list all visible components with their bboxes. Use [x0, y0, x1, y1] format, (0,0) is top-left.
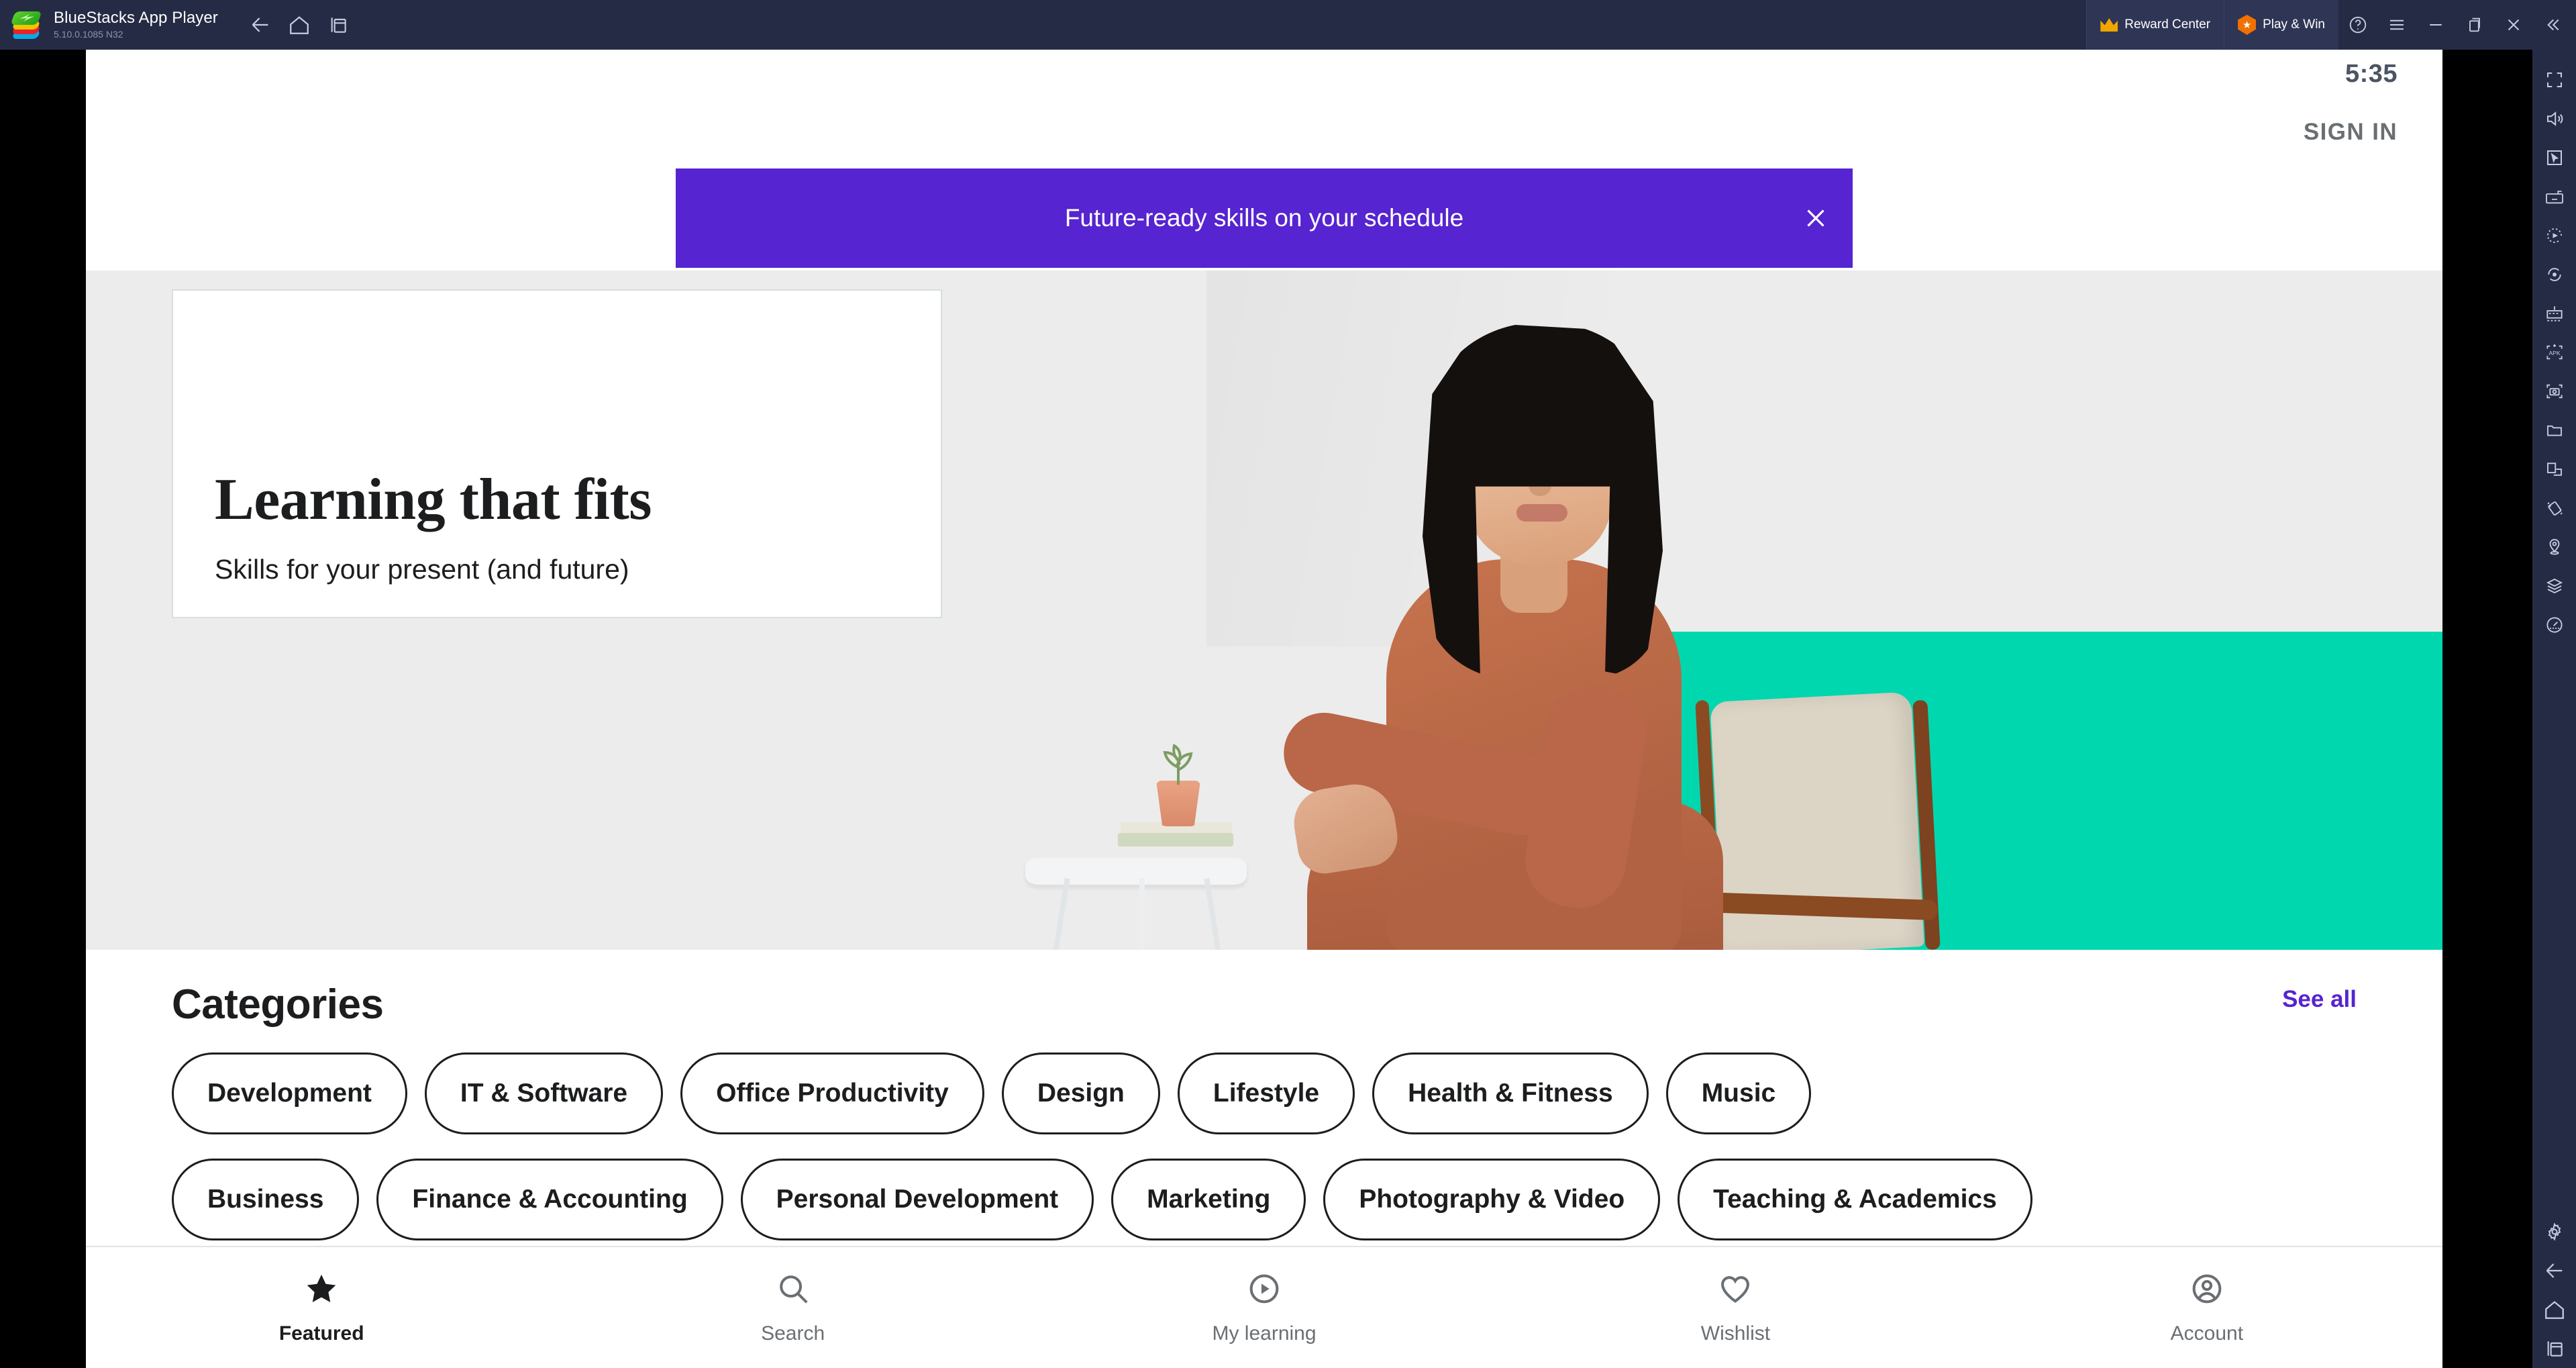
promo-banner[interactable]: Future-ready skills on your schedule	[676, 168, 1853, 268]
titlebar-right-group: Reward Center ★ Play & Win	[2086, 0, 2576, 50]
category-row-2: Business Finance & Accounting Personal D…	[172, 1159, 2357, 1240]
reward-center-button[interactable]: Reward Center	[2086, 0, 2224, 50]
category-pill[interactable]: Office Productivity	[680, 1053, 984, 1134]
android-app-viewport: 5:35 SIGN IN Future-ready skills on your…	[86, 50, 2442, 1368]
nav-label-my-learning: My learning	[1212, 1322, 1317, 1345]
help-circle-icon[interactable]	[2338, 0, 2377, 50]
category-pill[interactable]: Design	[1001, 1053, 1160, 1134]
shake-icon[interactable]	[2532, 489, 2576, 528]
category-pill[interactable]: Photography & Video	[1323, 1159, 1661, 1240]
nav-item-wishlist[interactable]: Wishlist	[1500, 1271, 1971, 1345]
location-icon[interactable]	[2532, 528, 2576, 567]
window-title: BlueStacks App Player	[54, 9, 218, 27]
nav-item-account[interactable]: Account	[1971, 1271, 2442, 1345]
status-bar: 5:35	[86, 50, 2442, 98]
nav-label-account: Account	[2170, 1322, 2244, 1345]
window-title-block: BlueStacks App Player 5.10.0.1085 N32	[54, 9, 218, 40]
window-controls	[2338, 0, 2576, 50]
gear-icon[interactable]	[2532, 1212, 2576, 1251]
hero-text-card: Learning that fits Skills for your prese…	[172, 289, 942, 618]
signin-row: SIGN IN	[86, 98, 2442, 166]
bluestacks-logo-icon	[9, 7, 44, 42]
play-and-win-label: Play & Win	[2263, 17, 2325, 32]
category-pill[interactable]: Lifestyle	[1177, 1053, 1355, 1134]
nav-item-featured[interactable]: Featured	[86, 1271, 557, 1345]
multi-instance-sync-icon[interactable]	[2532, 294, 2576, 333]
hero-section: Learning that fits Skills for your prese…	[86, 271, 2442, 950]
sign-in-button[interactable]: SIGN IN	[2304, 119, 2398, 146]
performance-icon[interactable]	[2532, 605, 2576, 644]
rotate-icon[interactable]	[2532, 255, 2576, 294]
see-all-link[interactable]: See all	[2282, 986, 2357, 1024]
category-row-1: Development IT & Software Office Product…	[172, 1053, 2357, 1134]
back-arrow-icon[interactable]	[2532, 1251, 2576, 1290]
pip-icon[interactable]	[2532, 450, 2576, 489]
reward-center-label: Reward Center	[2124, 17, 2211, 32]
status-clock: 5:35	[2345, 59, 2398, 88]
category-pill[interactable]: Teaching & Academics	[1678, 1159, 2032, 1240]
minimize-icon[interactable]	[2416, 0, 2455, 50]
category-pill[interactable]: Finance & Accounting	[376, 1159, 723, 1240]
nav-label-search: Search	[761, 1322, 825, 1345]
keyboard-icon[interactable]	[2532, 177, 2576, 216]
category-pill[interactable]: IT & Software	[424, 1053, 664, 1134]
categories-title: Categories	[172, 981, 384, 1028]
crown-icon	[2100, 18, 2118, 32]
cursor-box-icon[interactable]	[2532, 138, 2576, 177]
maximize-restore-icon[interactable]	[2455, 0, 2494, 50]
nav-label-wishlist: Wishlist	[1700, 1322, 1771, 1345]
promo-banner-wrapper: Future-ready skills on your schedule	[86, 166, 2442, 271]
categories-header: Categories See all	[172, 981, 2357, 1028]
search-icon	[775, 1271, 811, 1310]
promo-message: Future-ready skills on your schedule	[1064, 204, 1464, 232]
bottom-navigation: Featured Search My learning Wishlist Acc…	[86, 1246, 2442, 1368]
layers-icon[interactable]	[2532, 567, 2576, 605]
categories-section: Categories See all Development IT & Soft…	[86, 950, 2442, 1240]
hero-subhead: Skills for your present (and future)	[215, 554, 629, 585]
hero-photo	[1019, 271, 2159, 950]
nav-item-search[interactable]: Search	[557, 1271, 1028, 1345]
heart-icon	[1717, 1271, 1753, 1310]
back-arrow-icon[interactable]	[241, 0, 280, 50]
play-circle-icon	[1246, 1271, 1282, 1310]
recent-apps-icon[interactable]	[2532, 1329, 2576, 1368]
hero-headline: Learning that fits	[215, 467, 652, 532]
category-pill[interactable]: Personal Development	[740, 1159, 1094, 1240]
hamburger-menu-icon[interactable]	[2377, 0, 2416, 50]
category-pill[interactable]: Development	[172, 1053, 407, 1134]
bluestacks-sidebar: APK	[2532, 50, 2576, 1368]
category-pill[interactable]: Health & Fitness	[1372, 1053, 1649, 1134]
svg-text:APK: APK	[2548, 350, 2561, 356]
install-apk-icon[interactable]: APK	[2532, 333, 2576, 372]
home-icon[interactable]	[2532, 1290, 2576, 1329]
multi-instance-icon[interactable]	[319, 0, 358, 50]
category-pill[interactable]: Music	[1665, 1053, 1812, 1134]
play-and-win-button[interactable]: ★ Play & Win	[2224, 0, 2338, 50]
bluestacks-titlebar: BlueStacks App Player 5.10.0.1085 N32 Re…	[0, 0, 2576, 50]
volume-icon[interactable]	[2532, 99, 2576, 138]
category-pill[interactable]: Business	[172, 1159, 360, 1240]
window-version: 5.10.0.1085 N32	[54, 29, 123, 40]
star-icon	[303, 1271, 340, 1310]
nav-label-featured: Featured	[278, 1322, 364, 1345]
double-chevron-left-icon[interactable]	[2533, 0, 2572, 50]
screenshot-icon[interactable]	[2532, 372, 2576, 411]
folder-icon[interactable]	[2532, 411, 2576, 450]
macro-record-icon[interactable]	[2532, 216, 2576, 255]
star-badge-icon: ★	[2238, 15, 2257, 35]
close-x-icon[interactable]	[2494, 0, 2533, 50]
account-icon	[2189, 1271, 2225, 1310]
close-x-icon[interactable]	[1779, 168, 1853, 268]
category-pill[interactable]: Marketing	[1111, 1159, 1306, 1240]
fullscreen-icon[interactable]	[2532, 60, 2576, 99]
nav-item-my-learning[interactable]: My learning	[1029, 1271, 1500, 1345]
home-icon[interactable]	[280, 0, 319, 50]
